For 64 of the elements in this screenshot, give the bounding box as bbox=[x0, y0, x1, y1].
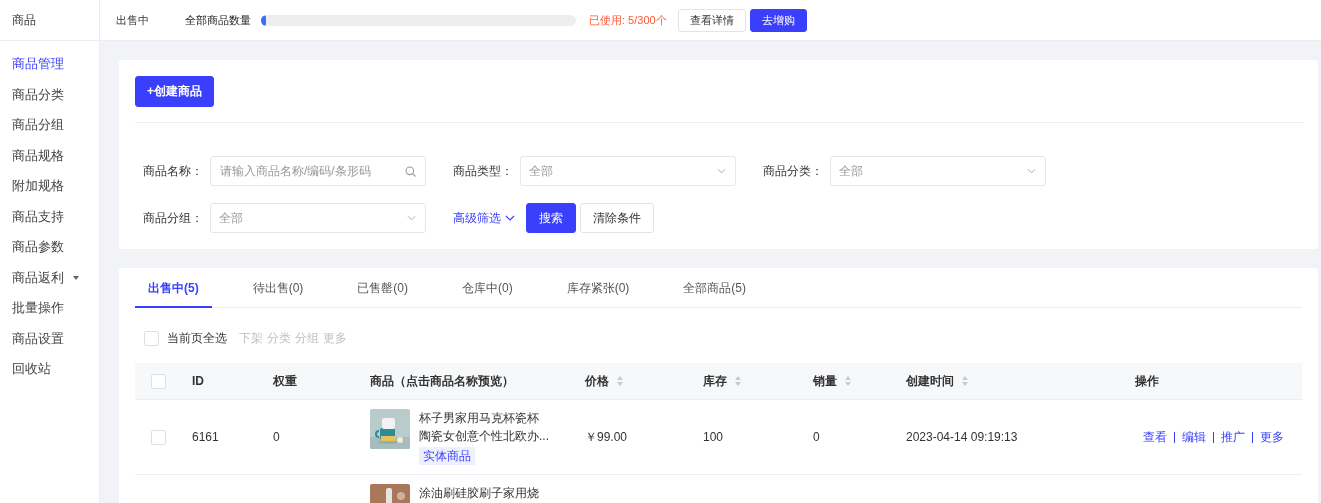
action-link[interactable]: 推广 bbox=[1221, 428, 1245, 446]
chevron-down-icon bbox=[1027, 168, 1036, 174]
column-header: 操作 bbox=[1135, 372, 1159, 390]
action-link[interactable]: 编辑 bbox=[1182, 428, 1206, 446]
column-header: 库存 bbox=[703, 372, 727, 390]
chevron-down-icon bbox=[505, 215, 515, 221]
details-button[interactable]: 查看详情 bbox=[677, 8, 746, 32]
field-label: 商品名称： bbox=[143, 162, 204, 180]
checkbox[interactable] bbox=[151, 429, 166, 445]
table-cell: 100 bbox=[703, 430, 724, 444]
column-header: 销量 bbox=[813, 372, 837, 390]
checkbox[interactable] bbox=[144, 331, 159, 346]
tab[interactable]: 待出售(0) bbox=[239, 268, 317, 308]
search-button[interactable]: 搜索 bbox=[526, 203, 576, 233]
sidebar-item[interactable]: 附加规格 bbox=[0, 171, 99, 202]
clear-button[interactable]: 清除条件 bbox=[580, 203, 654, 233]
product-name-link[interactable]: 杯子男家用马克杯瓷杯 bbox=[419, 409, 549, 427]
column-header: 价格 bbox=[585, 372, 609, 390]
sidebar-item[interactable]: 批量操作 bbox=[0, 293, 99, 324]
sidebar-item[interactable]: 商品返利 bbox=[0, 262, 99, 293]
sidebar-item[interactable]: 商品参数 bbox=[0, 232, 99, 263]
table-cell: ￥99.00 bbox=[585, 429, 628, 444]
tab[interactable]: 已售罄(0) bbox=[344, 268, 421, 308]
product-type-tag: 实体商品 bbox=[419, 447, 475, 465]
sidebar-item[interactable]: 商品设置 bbox=[0, 323, 99, 354]
usage-text: 已使用: 5/300个 bbox=[589, 12, 667, 28]
tab[interactable]: 仓库中(0) bbox=[449, 268, 526, 308]
tab[interactable]: 全部商品(5) bbox=[670, 268, 760, 308]
product-name-link[interactable]: 陶瓷女创意个性北欧办... bbox=[419, 427, 549, 445]
product-name-link[interactable]: 涂油刷硅胶刷子家用烧 bbox=[419, 484, 539, 502]
sidebar-item[interactable]: 商品规格 bbox=[0, 140, 99, 171]
column-header: ID bbox=[192, 374, 204, 388]
column-header: 权重 bbox=[273, 372, 297, 390]
chevron-down-icon bbox=[407, 215, 416, 221]
action-link[interactable]: 更多 bbox=[1260, 428, 1284, 446]
field-label: 商品分类： bbox=[763, 162, 824, 180]
caret-icon bbox=[73, 275, 79, 280]
table-cell: 0 bbox=[273, 430, 280, 444]
table-cell: 6161 bbox=[192, 430, 219, 444]
checkbox[interactable] bbox=[151, 373, 166, 389]
action-link[interactable]: 查看 bbox=[1143, 428, 1167, 446]
sidebar-item[interactable]: 回收站 bbox=[0, 354, 99, 385]
field-label: 商品分组： bbox=[143, 209, 204, 227]
table-cell: 0 bbox=[813, 430, 820, 444]
search-field[interactable]: 请输入商品名称/编码/条形码 bbox=[210, 156, 426, 186]
advanced-filter-link[interactable]: 高级筛选 bbox=[453, 209, 515, 227]
sidebar-item[interactable]: 商品分组 bbox=[0, 110, 99, 141]
field-label: 商品类型： bbox=[453, 162, 514, 180]
search-icon bbox=[405, 166, 416, 177]
quota-label: 全部商品数量 bbox=[185, 12, 251, 28]
status-label: 出售中 bbox=[116, 12, 150, 28]
sidebar-title: 商品 bbox=[0, 0, 99, 41]
select-all-label: 当前页全选 bbox=[167, 330, 227, 347]
sidebar-item[interactable]: 商品支持 bbox=[0, 201, 99, 232]
buy-more-button[interactable]: 去增购 bbox=[749, 8, 807, 32]
table-cell: 2023-04-14 09:19:13 bbox=[906, 430, 1018, 444]
tab[interactable]: 出售中(5) bbox=[135, 268, 212, 308]
sidebar-item[interactable]: 商品管理 bbox=[0, 49, 99, 80]
chevron-down-icon bbox=[717, 168, 726, 174]
create-button[interactable]: +创建商品 bbox=[135, 76, 214, 107]
tab[interactable]: 库存紧张(0) bbox=[553, 268, 643, 308]
column-header: 创建时间 bbox=[906, 372, 954, 390]
sidebar-item[interactable]: 商品分类 bbox=[0, 79, 99, 110]
column-header: 商品（点击商品名称预览） bbox=[370, 372, 514, 390]
